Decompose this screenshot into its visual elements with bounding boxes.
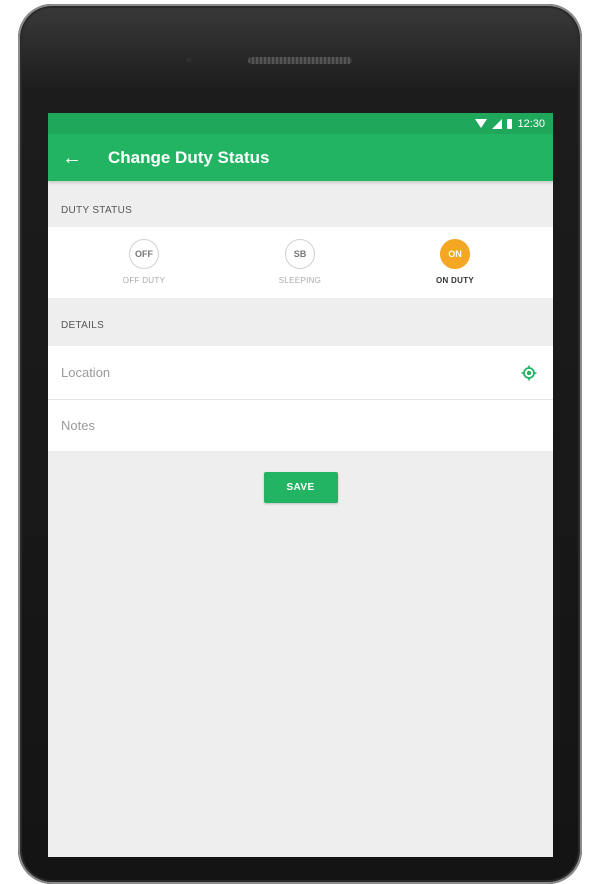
- page-title: Change Duty Status: [108, 147, 270, 167]
- front-camera: [186, 57, 192, 63]
- status-option-on-duty[interactable]: ON ON DUTY: [395, 227, 515, 298]
- signal-icon: [492, 118, 503, 129]
- sleeping-label: SLEEPING: [278, 276, 322, 285]
- save-button[interactable]: SAVE: [263, 472, 338, 503]
- status-time: 12:30: [517, 117, 545, 130]
- save-area: SAVE: [48, 451, 553, 503]
- wifi-icon: [475, 119, 488, 128]
- status-option-off-duty[interactable]: OFF OFF DUTY: [84, 227, 204, 298]
- notes-field[interactable]: Notes: [48, 399, 553, 451]
- off-duty-badge: OFF: [129, 239, 159, 269]
- location-target-icon[interactable]: [521, 365, 537, 381]
- arrow-left-icon[interactable]: ←: [62, 148, 82, 168]
- details-section-label: DETAILS: [61, 320, 105, 331]
- earpiece-speaker: [248, 57, 352, 64]
- app-screen: 12:30 ← Change Duty Status DUTY STATUS O…: [48, 113, 553, 857]
- on-duty-badge: ON: [440, 239, 470, 269]
- sleeping-badge: SB: [285, 239, 315, 269]
- location-placeholder: Location: [61, 365, 111, 380]
- status-option-sleeping[interactable]: SB SLEEPING: [240, 227, 360, 298]
- duty-status-section-label: DUTY STATUS: [61, 205, 133, 216]
- system-status-bar: 12:30: [48, 113, 553, 134]
- location-field[interactable]: Location: [48, 346, 553, 399]
- on-duty-label: ON DUTY: [435, 276, 475, 285]
- duty-status-selector: OFF OFF DUTY SB SLEEPING ON ON DUTY: [48, 227, 553, 298]
- notes-placeholder: Notes: [61, 418, 95, 433]
- app-bar: ← Change Duty Status: [48, 134, 553, 181]
- off-duty-label: OFF DUTY: [122, 276, 166, 285]
- battery-icon: [507, 118, 513, 129]
